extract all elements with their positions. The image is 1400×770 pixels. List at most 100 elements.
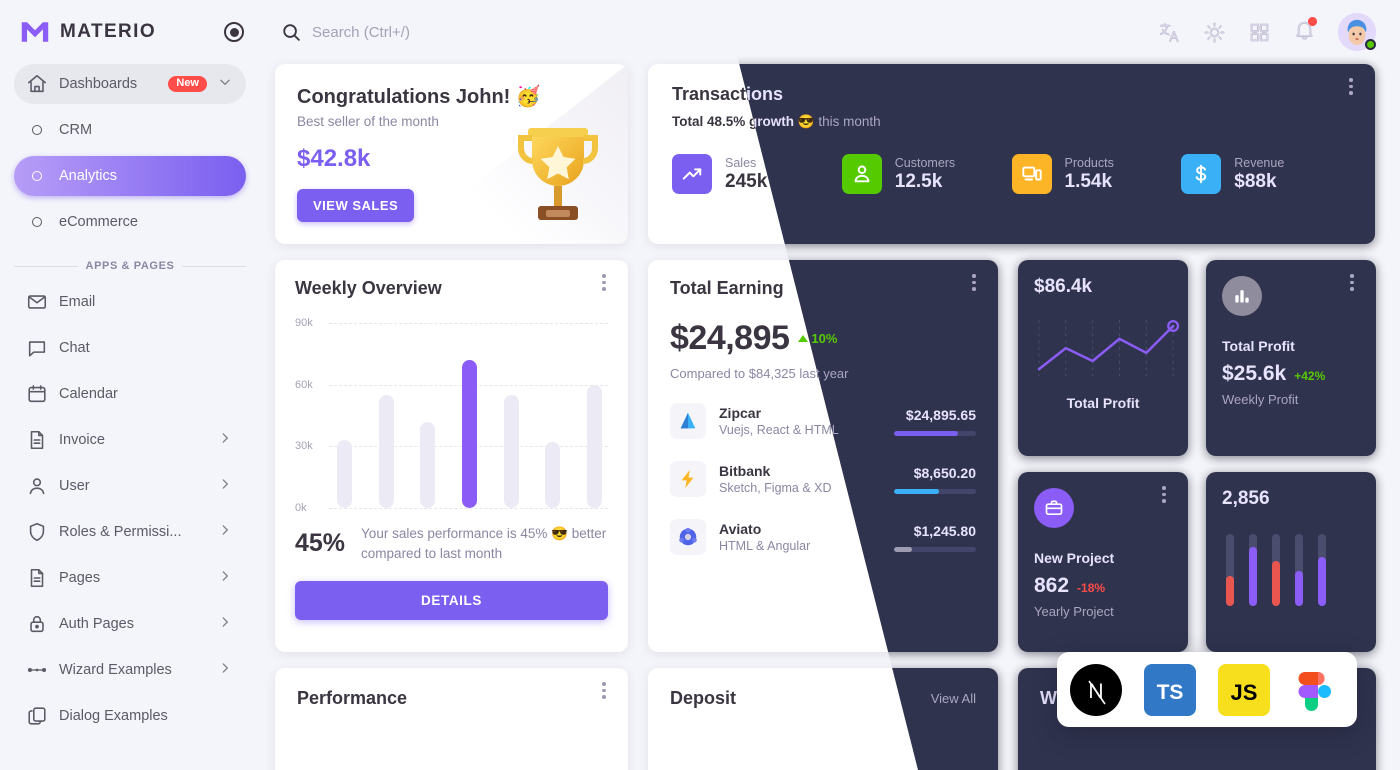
weekly-profit-value: $25.6k (1222, 362, 1287, 385)
weekly-overview-title: Weekly Overview (295, 278, 442, 298)
sidebar-apps-nav: Email Chat Calendar Invoice User Roles & Perm… (0, 282, 260, 736)
sidebar-pin-toggle[interactable] (224, 22, 244, 42)
avatar[interactable] (1338, 13, 1376, 51)
briefcase-icon (1034, 488, 1074, 528)
typescript-logo[interactable]: TS (1144, 663, 1196, 716)
bar-Fr (503, 395, 519, 508)
sidebar-item-label: Dialog Examples (59, 708, 168, 724)
count-value: 2,856 (1222, 488, 1270, 509)
weekly-overview-menu-icon[interactable] (594, 274, 614, 294)
sidebar-item-rolespermissi[interactable]: Roles & Permissi... (14, 512, 246, 552)
circle-icon (32, 217, 42, 227)
notifications-button[interactable] (1293, 17, 1317, 46)
circle-icon (32, 125, 42, 135)
sidebar-item-pages[interactable]: Pages (14, 558, 246, 598)
earning-value-block: $1,245.80 (894, 523, 976, 552)
chevron-right-icon[interactable] (218, 523, 232, 541)
bar-Th (461, 360, 477, 508)
weekly-summary: 45% Your sales performance is 45% 😎 bette… (295, 524, 608, 563)
user-icon (26, 475, 48, 497)
brand-name: MATERIO (60, 21, 156, 42)
translate-icon[interactable] (1158, 21, 1181, 44)
sidebar-item-analytics[interactable]: Analytics (14, 156, 246, 196)
earning-progress-fill (894, 546, 913, 552)
search-input[interactable] (312, 23, 652, 41)
count-bar-chart (1222, 526, 1360, 606)
sidebar-item-crm[interactable]: CRM (14, 110, 246, 150)
svg-text:JS: JS (1231, 680, 1258, 705)
sidebar-item-label: User (59, 478, 90, 494)
chevron-right-icon[interactable] (218, 477, 232, 495)
profit-sparkline-chart (1037, 319, 1180, 377)
transactions-title: Transactions (723, 84, 1351, 105)
sidebar-item-label: eCommerce (59, 214, 138, 230)
chevron-down-icon[interactable] (218, 75, 232, 93)
grid-apps-icon[interactable] (1248, 21, 1271, 44)
details-button[interactable]: DETAILS (295, 581, 608, 621)
bar-Sa (545, 442, 561, 508)
total-earning-menu-icon[interactable] (964, 274, 984, 294)
sidebar-item-dialogexamples[interactable]: Dialog Examples (14, 696, 246, 736)
sidebar-item-label: Dashboards (59, 76, 138, 92)
congratulations-title: Congratulations John! 🥳 (297, 86, 541, 108)
chevron-right-icon[interactable] (218, 569, 232, 587)
transactions-menu-icon[interactable] (1341, 78, 1361, 98)
sidebar-item-label: Invoice (59, 432, 105, 448)
sidebar-item-invoice[interactable]: Invoice (14, 420, 246, 460)
tube-track (1272, 534, 1280, 606)
tube-track (1318, 534, 1326, 606)
performance-menu-icon[interactable] (594, 682, 614, 702)
earning-progress-fill (894, 430, 958, 436)
bar-Su (586, 385, 602, 508)
bar-series (337, 323, 602, 508)
sidebar-item-label: Email (59, 294, 96, 310)
chevron-right-icon[interactable] (218, 431, 232, 449)
transaction-stat-text: Sales245k (725, 156, 767, 193)
sun-icon[interactable] (1203, 21, 1226, 44)
search-icon (283, 24, 300, 41)
deposit-view-all-link[interactable]: View All (931, 691, 976, 706)
devices-icon (1011, 154, 1052, 194)
weekly-profit-title: Total Profit (1222, 338, 1295, 354)
sidebar-item-wizardexamples[interactable]: Wizard Examples (14, 650, 246, 690)
sidebar-item-dashboards[interactable]: Dashboards New (14, 64, 246, 104)
new-project-value-row: 862 -18% (1034, 574, 1172, 598)
stat-label: Products (1064, 155, 1114, 170)
app-root: MATERIO Dashboards New CRM Analytics eCommerc… (0, 0, 1400, 770)
sidebar-item-ecommerce[interactable]: eCommerce (14, 202, 246, 242)
notification-dot (1308, 17, 1317, 26)
sidebar-item-chat[interactable]: Chat (14, 328, 246, 368)
sidebar-item-authpages[interactable]: Auth Pages (14, 604, 246, 644)
weekly-profit-delta: +42% (1294, 369, 1326, 383)
sidebar-item-label: Analytics (59, 168, 118, 184)
zipcar-logo (670, 403, 706, 439)
chevron-right-icon[interactable] (218, 615, 232, 633)
performance-header: Performance (275, 668, 628, 709)
weekly-profit-caption: Weekly Profit (1222, 392, 1299, 407)
arrow-up-icon (798, 335, 809, 342)
chevron-right-icon[interactable] (218, 661, 232, 679)
sidebar-item-label: Chat (59, 340, 90, 356)
figma-logo[interactable] (1292, 664, 1344, 716)
total-earning-amount: $24,895 (670, 319, 790, 357)
javascript-logo[interactable]: JS (1218, 663, 1270, 716)
trophy-icon (518, 128, 598, 220)
file-icon (26, 567, 48, 589)
weekly-profit-value-row: $25.6k +42% (1222, 362, 1360, 386)
total-profit-line-card: $86.4k Total Profit (1018, 260, 1188, 456)
mail-icon (26, 291, 48, 313)
sidebar-item-email[interactable]: Email (14, 282, 246, 322)
view-sales-button[interactable]: VIEW SALES (297, 189, 415, 222)
section-label-text: APPS & PAGES (85, 260, 175, 272)
weekly-profit-menu-icon[interactable] (1342, 274, 1362, 294)
tube-fill (1318, 557, 1326, 606)
new-project-menu-icon[interactable] (1154, 486, 1174, 506)
nextjs-logo[interactable]: N (1070, 663, 1122, 716)
divider (14, 265, 78, 267)
stat-value: 12.5k (894, 170, 943, 192)
bar-Tu (378, 395, 394, 508)
transaction-stat-text: Revenue$88k (1234, 156, 1284, 193)
sidebar-item-user[interactable]: User (14, 466, 246, 506)
sidebar-item-calendar[interactable]: Calendar (14, 374, 246, 414)
sidebar-item-label: CRM (59, 122, 93, 138)
